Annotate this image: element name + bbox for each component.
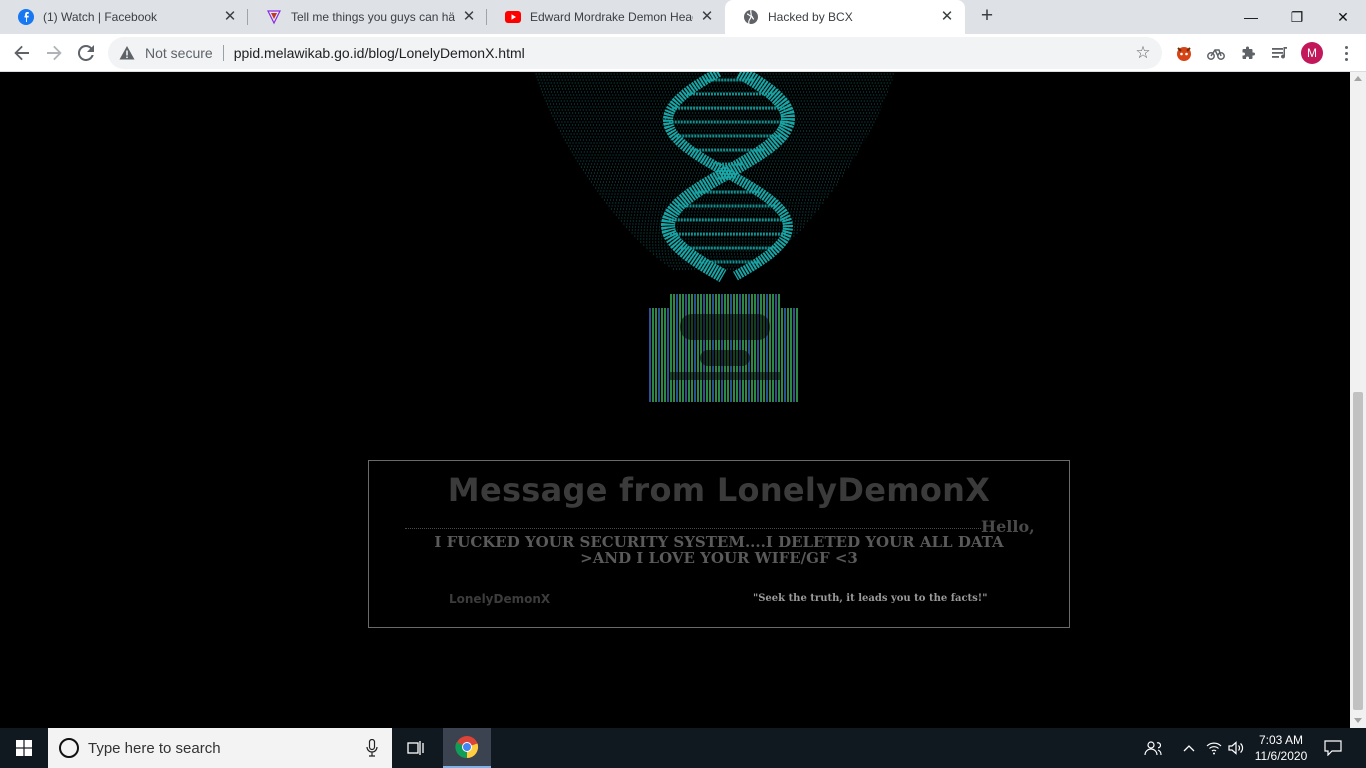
extension-bike-icon[interactable] bbox=[1205, 42, 1227, 64]
chevron-up-icon[interactable] bbox=[1178, 728, 1200, 768]
tab-close-icon[interactable]: ✕ bbox=[222, 9, 238, 25]
tab-close-icon[interactable]: ✕ bbox=[461, 9, 477, 25]
facebook-icon bbox=[18, 9, 34, 25]
task-view-icon[interactable] bbox=[400, 728, 432, 768]
minimize-button[interactable]: — bbox=[1228, 0, 1274, 34]
omnibox-divider bbox=[222, 45, 224, 61]
message-box: Message from LonelyDemonX Hello, I FUCKE… bbox=[368, 460, 1070, 628]
reload-icon bbox=[78, 45, 94, 61]
page-scrollbar[interactable] bbox=[1350, 72, 1366, 728]
tab-reddit-thread[interactable]: Tell me things you guys can häck ✕ bbox=[248, 0, 487, 34]
tab-close-icon[interactable]: ✕ bbox=[939, 9, 955, 25]
windows-logo-icon bbox=[16, 740, 32, 756]
tab-hacked-by-bcx[interactable]: Hacked by BCX ✕ bbox=[725, 0, 965, 34]
tab-facebook[interactable]: (1) Watch | Facebook ✕ bbox=[0, 0, 248, 34]
chrome-taskbar-button[interactable] bbox=[443, 728, 491, 768]
youtube-icon bbox=[505, 9, 521, 25]
microphone-icon[interactable] bbox=[366, 739, 378, 757]
page-viewport: Message from LonelyDemonX Hello, I FUCKE… bbox=[0, 72, 1350, 728]
tab-close-icon[interactable]: ✕ bbox=[699, 9, 715, 25]
security-status-label[interactable]: Not secure bbox=[145, 45, 213, 61]
people-icon[interactable] bbox=[1141, 728, 1165, 768]
dotted-divider bbox=[405, 528, 981, 529]
back-arrow-icon bbox=[14, 45, 29, 61]
url-text[interactable]: ppid.melawikab.go.id/blog/LonelyDemonX.h… bbox=[234, 45, 525, 61]
bookmark-star-icon[interactable]: ☆ bbox=[1134, 44, 1152, 62]
cortana-icon bbox=[59, 738, 79, 758]
browser-toolbar: Not secure ppid.melawikab.go.id/blog/Lon… bbox=[0, 34, 1366, 72]
windows-taskbar: Type here to search 7:03 AM 11/6/2020 bbox=[0, 728, 1366, 768]
media-control-icon[interactable] bbox=[1269, 42, 1291, 64]
message-body: I FUCKED YOUR SECURITY SYSTEM....I DELET… bbox=[369, 534, 1069, 566]
profile-avatar[interactable]: M bbox=[1301, 42, 1323, 64]
dna-ascii-art bbox=[535, 72, 895, 402]
scroll-up-icon[interactable] bbox=[1354, 76, 1362, 81]
forward-button[interactable] bbox=[40, 39, 68, 67]
address-bar[interactable]: Not secure ppid.melawikab.go.id/blog/Lon… bbox=[108, 37, 1162, 69]
tab-title: Edward Mordrake Demon Head S bbox=[530, 10, 693, 24]
scrollbar-thumb[interactable] bbox=[1353, 392, 1363, 710]
reload-button[interactable] bbox=[72, 39, 100, 67]
new-tab-button[interactable]: + bbox=[976, 5, 998, 28]
extensions-puzzle-icon[interactable] bbox=[1237, 42, 1259, 64]
message-author: LonelyDemonX bbox=[449, 592, 551, 606]
search-placeholder: Type here to search bbox=[88, 739, 221, 757]
tab-title: Tell me things you guys can häck bbox=[291, 10, 455, 24]
forward-arrow-icon bbox=[47, 45, 62, 61]
start-button[interactable] bbox=[0, 728, 48, 768]
globe-icon bbox=[743, 9, 759, 25]
message-body-line-1: I FUCKED YOUR SECURITY SYSTEM....I DELET… bbox=[434, 533, 1004, 551]
tab-title: (1) Watch | Facebook bbox=[43, 10, 158, 24]
wifi-icon[interactable] bbox=[1204, 728, 1224, 768]
message-body-line-2: >AND I LOVE YOUR WIFE/GF <3 bbox=[580, 549, 858, 567]
message-title: Message from LonelyDemonX bbox=[447, 471, 991, 509]
maximize-button[interactable]: ❐ bbox=[1274, 0, 1320, 34]
clock-date: 11/6/2020 bbox=[1254, 749, 1308, 763]
volume-icon[interactable] bbox=[1226, 728, 1246, 768]
close-window-button[interactable]: ✕ bbox=[1320, 0, 1366, 34]
reddit-like-icon bbox=[266, 9, 282, 25]
clock-time: 7:03 AM bbox=[1258, 733, 1304, 747]
tab-strip: (1) Watch | Facebook ✕ Tell me things yo… bbox=[0, 0, 1366, 34]
tab-title: Hacked by BCX bbox=[768, 10, 853, 24]
system-clock[interactable]: 7:03 AM 11/6/2020 bbox=[1248, 732, 1314, 764]
extension-demon-icon[interactable] bbox=[1173, 42, 1195, 64]
tab-youtube[interactable]: Edward Mordrake Demon Head S ✕ bbox=[487, 0, 725, 34]
browser-menu-icon[interactable] bbox=[1335, 42, 1357, 64]
notifications-icon[interactable] bbox=[1320, 728, 1346, 768]
back-button[interactable] bbox=[8, 39, 36, 67]
taskbar-search-box[interactable]: Type here to search bbox=[48, 728, 392, 768]
chrome-icon bbox=[455, 736, 479, 759]
message-quote: "Seek the truth, it leads you to the fac… bbox=[753, 593, 988, 604]
warning-icon bbox=[119, 45, 135, 61]
scroll-down-icon[interactable] bbox=[1354, 718, 1362, 723]
